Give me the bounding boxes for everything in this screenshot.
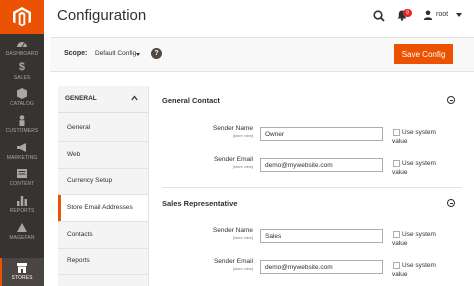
sender-name-input[interactable]: Owner bbox=[260, 127, 383, 141]
page-title: Configuration bbox=[57, 7, 147, 24]
tab-label: General bbox=[67, 124, 91, 131]
checkbox-label: Use system value bbox=[392, 160, 436, 176]
tab-label: Store Email Addresses bbox=[67, 204, 133, 211]
user-icon[interactable] bbox=[423, 10, 433, 20]
tab-label: Contacts bbox=[67, 231, 93, 238]
nav-sales[interactable]: $ SALES bbox=[0, 62, 44, 84]
nav-label: CATALOG bbox=[10, 101, 34, 107]
nav-label: STORES bbox=[11, 275, 33, 281]
field-label: Sender Email bbox=[213, 258, 253, 265]
config-tab-reports[interactable]: Reports bbox=[58, 248, 148, 275]
field-scope: [store view] bbox=[232, 266, 253, 271]
magento-logo[interactable] bbox=[0, 0, 44, 34]
sender-name-input[interactable]: Sales bbox=[260, 229, 383, 243]
field-scope: [store view] bbox=[232, 164, 253, 169]
section-title-sales-representative[interactable]: Sales Representative bbox=[162, 199, 237, 208]
nav-catalog[interactable]: CATALOG bbox=[0, 88, 44, 110]
dollar-icon: $ bbox=[18, 61, 26, 73]
nav-marketing[interactable]: MARKETING bbox=[0, 142, 44, 164]
tab-label: Web bbox=[67, 151, 81, 158]
box-icon bbox=[17, 88, 27, 99]
config-tab-store-email-addresses[interactable]: Store Email Addresses bbox=[58, 195, 148, 222]
nav-customers[interactable]: CUSTOMERS bbox=[0, 115, 44, 137]
help-icon[interactable]: ? bbox=[151, 48, 162, 59]
tab-label: Currency Setup bbox=[67, 177, 113, 184]
collapse-icon[interactable] bbox=[447, 96, 455, 104]
megaphone-icon bbox=[17, 143, 26, 152]
bar-chart-icon bbox=[17, 196, 27, 206]
nav-label: DASHBOARD bbox=[5, 51, 39, 57]
config-group-title: GENERAL bbox=[65, 95, 97, 102]
nav-label: REPORTS bbox=[9, 208, 35, 214]
save-config-button[interactable]: Save Config bbox=[394, 44, 453, 64]
notification-badge: 9 bbox=[403, 9, 412, 17]
nav-stores[interactable]: STORES bbox=[0, 258, 44, 286]
checkbox-label: Use system value bbox=[392, 231, 436, 247]
magefan-icon bbox=[17, 223, 27, 232]
field-scope: [store view] bbox=[232, 133, 253, 138]
scope-caret-icon[interactable] bbox=[136, 53, 140, 56]
nav-label: CUSTOMERS bbox=[5, 128, 39, 134]
config-tab-currency-setup[interactable]: Currency Setup bbox=[58, 168, 148, 195]
magento-logo-icon bbox=[13, 7, 31, 27]
nav-magefan[interactable]: MAGEFAN bbox=[0, 222, 44, 244]
nav-content[interactable]: CONTENT bbox=[0, 168, 44, 190]
nav-label: SALES bbox=[13, 75, 31, 81]
scope-label: Scope: bbox=[64, 50, 88, 57]
store-icon bbox=[17, 263, 27, 273]
user-menu-caret-icon[interactable] bbox=[456, 13, 462, 17]
nav-label: CONTENT bbox=[9, 181, 35, 187]
sender-email-input[interactable]: demo@mywebsite.com bbox=[260, 158, 383, 172]
field-scope: [store view] bbox=[232, 235, 253, 240]
config-tab-web[interactable]: Web bbox=[58, 142, 148, 169]
scope-switcher[interactable]: Default Config bbox=[95, 50, 136, 57]
nav-dashboard[interactable]: DASHBOARD bbox=[0, 38, 44, 60]
content-icon bbox=[17, 169, 27, 178]
section-divider bbox=[162, 187, 462, 188]
checkbox-label: Use system value bbox=[392, 262, 436, 278]
nav-label: MARKETING bbox=[6, 155, 38, 161]
tab-label: Reports bbox=[67, 257, 90, 264]
field-label: Sender Email bbox=[213, 156, 253, 163]
search-icon[interactable] bbox=[373, 10, 385, 22]
field-label: Sender Name bbox=[212, 227, 253, 234]
field-label: Sender Name bbox=[212, 125, 253, 132]
sender-email-input[interactable]: demo@mywebsite.com bbox=[260, 260, 383, 274]
collapse-icon[interactable] bbox=[447, 199, 455, 207]
checkbox-label: Use system value bbox=[392, 129, 436, 145]
config-tab-general[interactable]: General bbox=[58, 115, 148, 142]
config-tab-contacts[interactable]: Contacts bbox=[58, 222, 148, 249]
dashboard-icon bbox=[17, 42, 27, 48]
section-title-general-contact[interactable]: General Contact bbox=[162, 96, 220, 105]
username[interactable]: root bbox=[436, 11, 448, 18]
nav-label: MAGEFAN bbox=[9, 235, 35, 241]
chevron-up-icon[interactable] bbox=[131, 95, 138, 101]
person-icon bbox=[19, 115, 25, 126]
nav-reports[interactable]: REPORTS bbox=[0, 195, 44, 217]
